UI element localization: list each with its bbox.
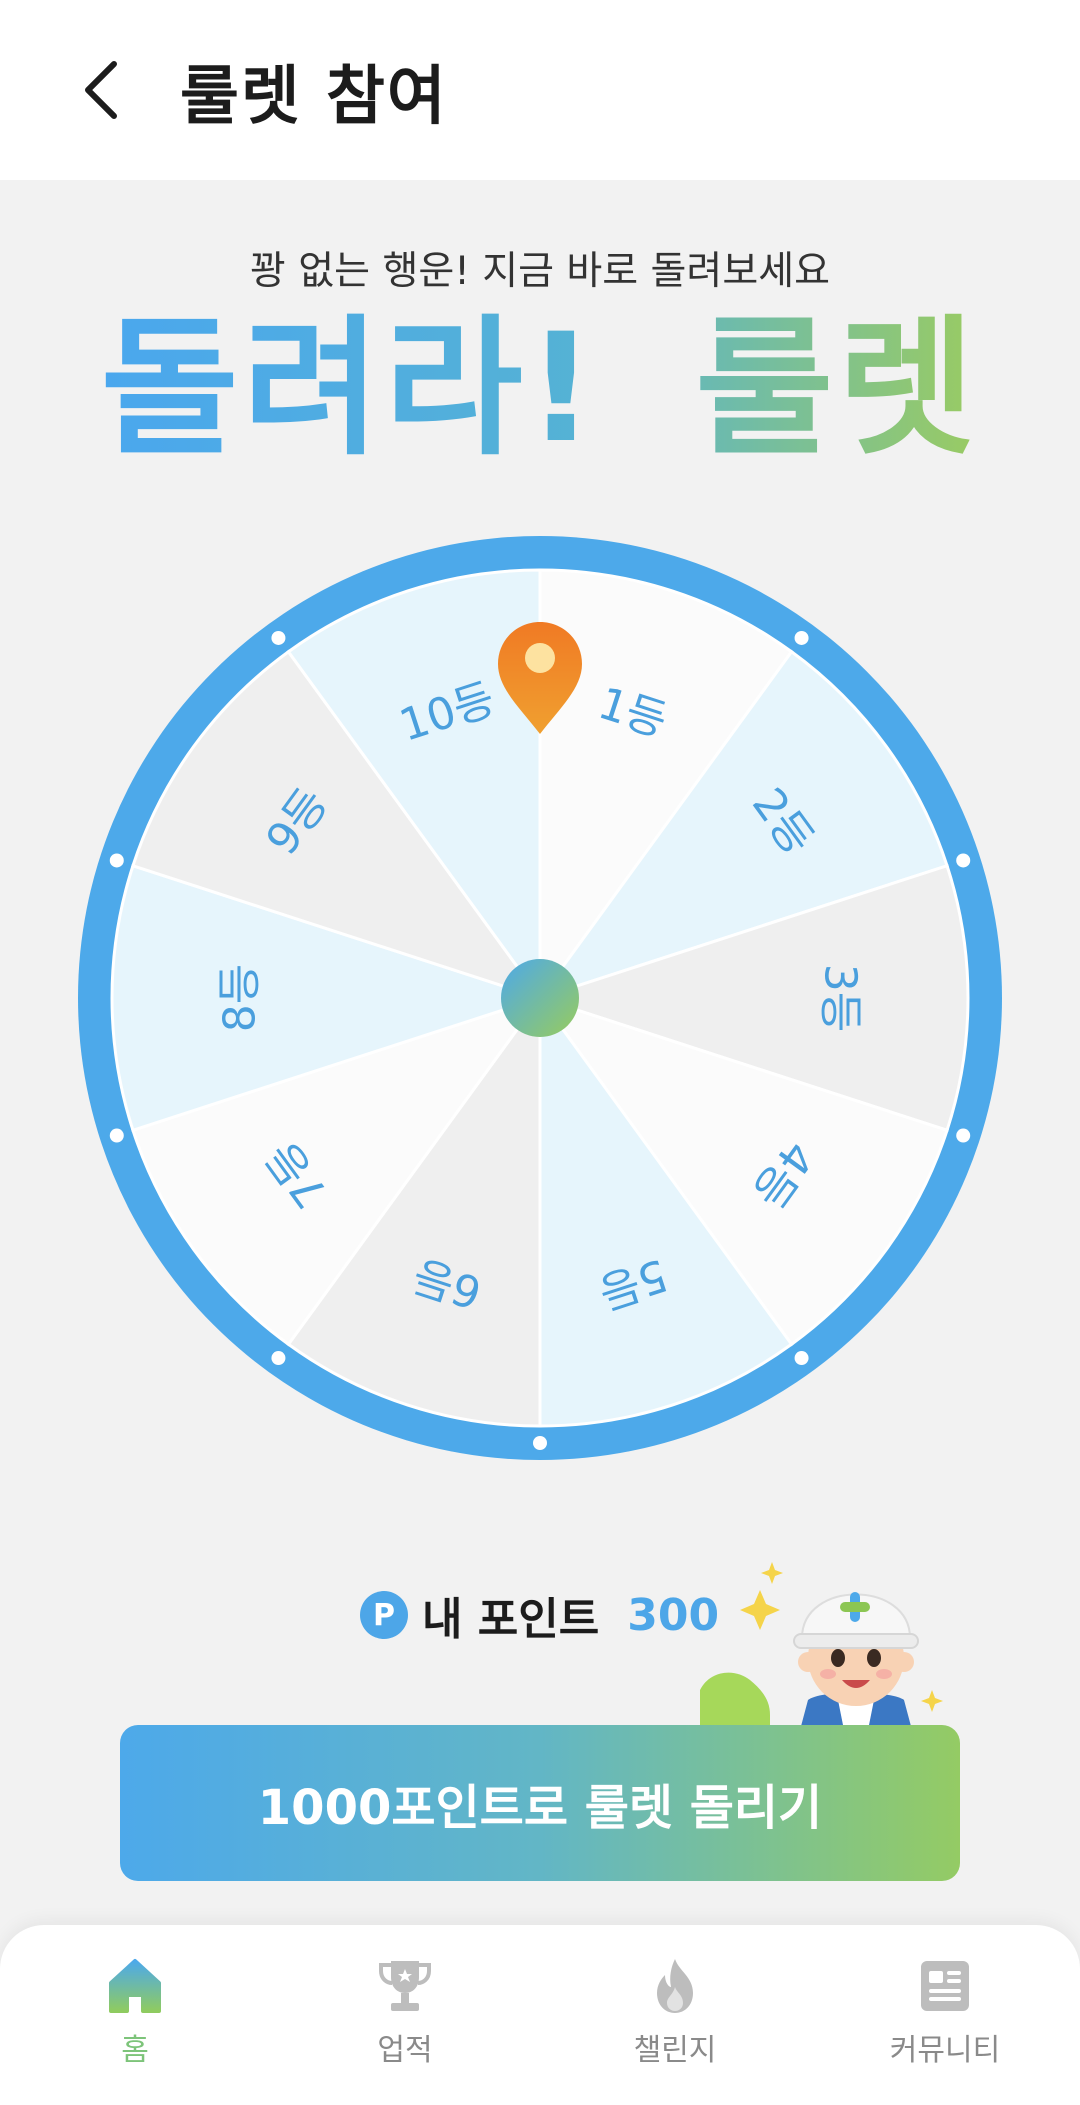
mascot-worker-image (700, 1562, 943, 1730)
wheel-rim-dot (956, 1128, 971, 1143)
nav-item-achievements[interactable]: 업적 (270, 1925, 540, 2105)
hero-title-part1: 돌려라! (101, 302, 599, 470)
nav-item-community[interactable]: 커뮤니티 (810, 1925, 1080, 2105)
page-title: 룰렛 참여 (180, 60, 448, 134)
nav-label-home: 홈 (121, 2033, 149, 2068)
app-header: 룰렛 참여 (0, 0, 1080, 180)
spin-roulette-button[interactable]: 1000포인트로 룰렛 돌리기 (120, 1725, 960, 1881)
wheel-rim-dot (271, 1351, 286, 1366)
hero-title-part2: 룰렛 (695, 302, 979, 470)
nav-label-community: 커뮤니티 (889, 2033, 1001, 2068)
chevron-left-icon (85, 61, 117, 119)
back-button[interactable] (60, 50, 140, 130)
roulette-wheel: 1등 2등 3등 4등 5등 6등 7등 8등 9등 10등 (70, 490, 1010, 1470)
home-icon (109, 1959, 161, 2013)
wheel-rim-dot (956, 853, 971, 868)
bottom-nav: 홈 업적 챌린지 커뮤니티 (0, 1925, 1080, 2105)
news-icon (921, 1961, 969, 2011)
wheel-rim-dot (794, 1351, 809, 1366)
nav-item-home[interactable]: 홈 (0, 1925, 270, 2105)
nav-label-challenge: 챌린지 (633, 2033, 717, 2068)
wheel-rim-dot (109, 853, 124, 868)
nav-item-challenge[interactable]: 챌린지 (540, 1925, 810, 2105)
wheel-rim-dot (794, 630, 809, 645)
flame-icon (657, 1959, 693, 2013)
trophy-icon (379, 1961, 431, 2011)
svg-text:돌려라! 룰렛: 돌려라! 룰렛 (101, 302, 980, 470)
wheel-hub (501, 959, 579, 1037)
my-points: P 내 포인트 300 (360, 1585, 719, 1645)
point-badge-icon: P (360, 1591, 408, 1639)
hero-title: 돌려라! 룰렛 (101, 302, 980, 470)
nav-label-achievements: 업적 (377, 2033, 433, 2068)
roulette-wheel-graphic: 1등2등3등4등5등6등7등8등9등10등 (78, 536, 1002, 1460)
my-points-label: 내 포인트 (422, 1594, 600, 1645)
wheel-rim-dot (109, 1128, 124, 1143)
wheel-segment-label: 3등 (815, 964, 866, 1032)
wheel-segment-label: 8등 (215, 964, 266, 1032)
wheel-rim-dot (533, 1436, 547, 1450)
hero-subtitle: 꽝 없는 행운! 지금 바로 돌려보세요 (250, 249, 830, 294)
wheel-rim-dot (271, 630, 286, 645)
